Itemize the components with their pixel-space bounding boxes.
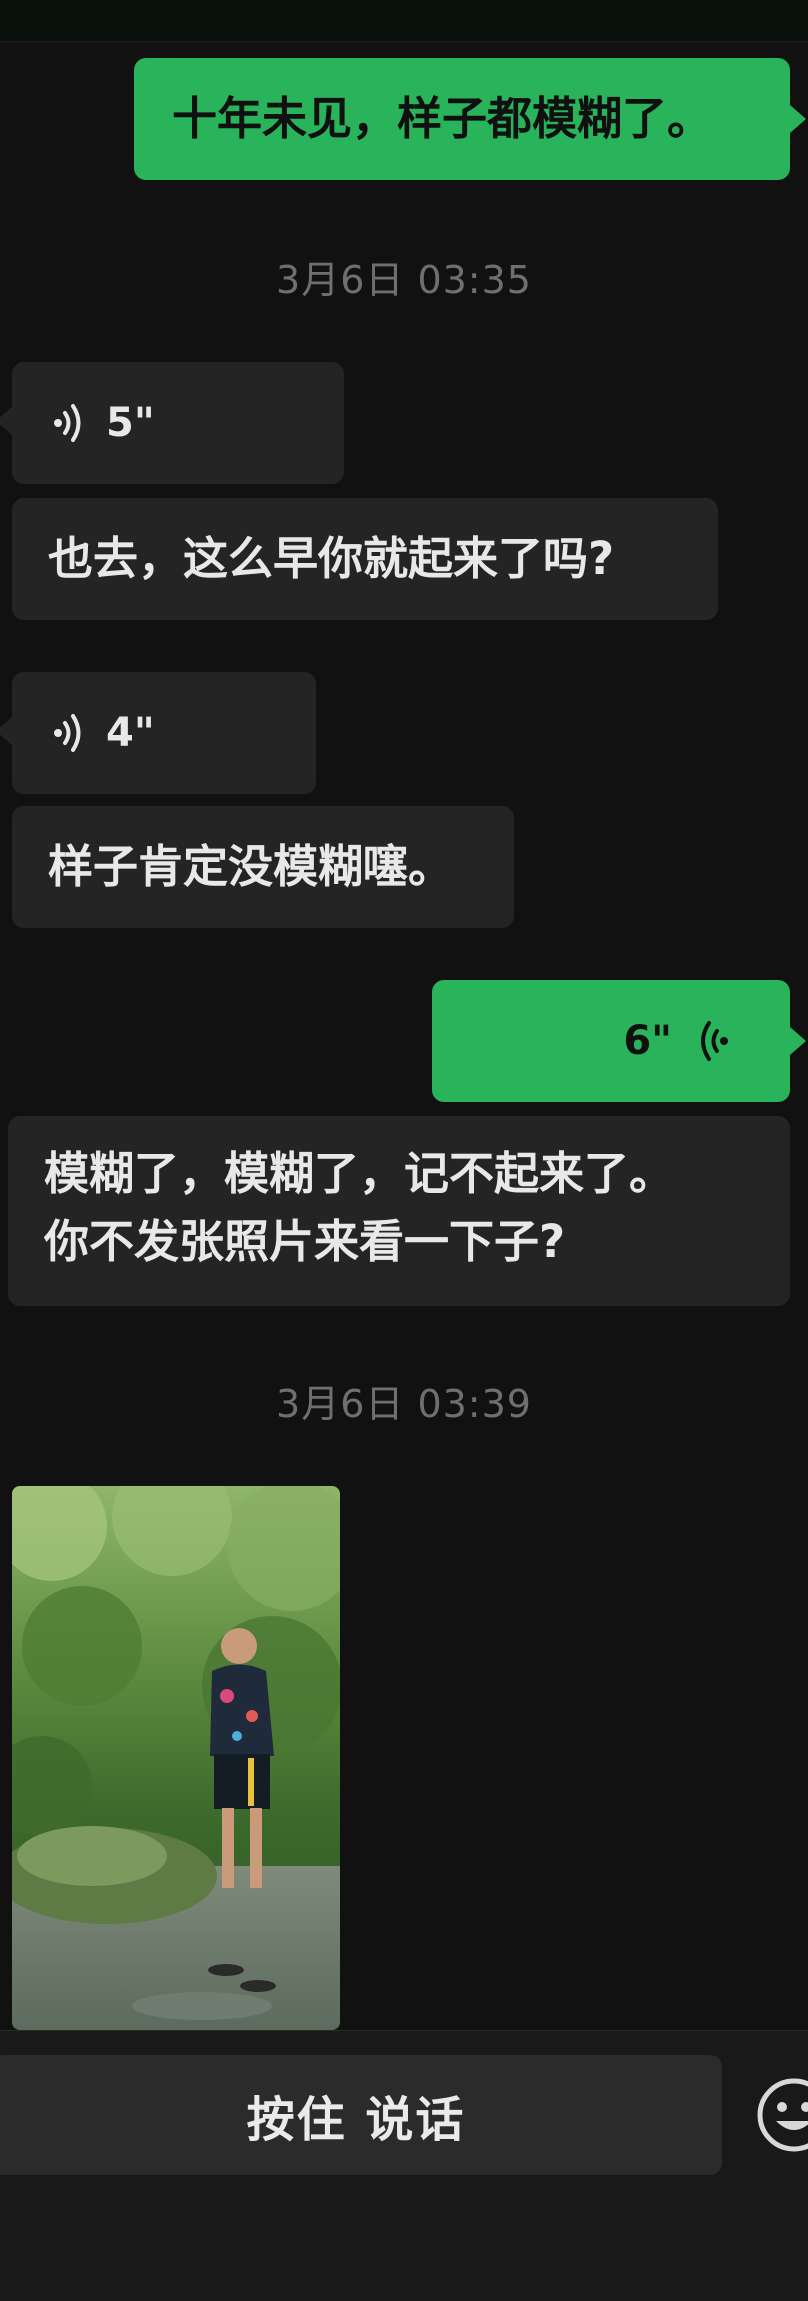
input-bar: 按住 说话 xyxy=(0,2030,808,2301)
photo-image xyxy=(12,1486,340,2030)
message-text: 十年未见，样子都模糊了。 xyxy=(172,92,713,145)
voice-duration: 4" xyxy=(106,710,155,756)
smiley-face-icon[interactable] xyxy=(754,2075,808,2155)
incoming-voice-message[interactable]: 5" xyxy=(12,362,344,484)
top-bar xyxy=(0,0,808,42)
message-text: 也去，这么早你就起来了吗? xyxy=(48,532,615,585)
photo-message[interactable] xyxy=(12,1486,340,2030)
incoming-voice-message[interactable]: 4" xyxy=(12,672,316,794)
incoming-message-bubble[interactable]: 也去，这么早你就起来了吗? xyxy=(12,498,718,620)
message-text-line: 模糊了，模糊了，记不起来了。 xyxy=(44,1147,675,1200)
message-text-line: 你不发张照片来看一下子? xyxy=(44,1215,566,1268)
voice-wave-icon xyxy=(54,714,81,752)
bubble-tail xyxy=(790,105,806,133)
voice-duration: 6" xyxy=(623,1018,672,1064)
outgoing-voice-message[interactable]: 6" xyxy=(432,980,790,1102)
bubble-tail xyxy=(0,407,12,435)
incoming-message-bubble[interactable]: 模糊了，模糊了，记不起来了。 你不发张照片来看一下子? xyxy=(8,1116,790,1306)
timestamp: 3月6日 03:39 xyxy=(276,1382,532,1426)
bubble-tail xyxy=(790,1027,806,1055)
voice-duration: 5" xyxy=(106,400,155,446)
bubble-tail xyxy=(0,717,12,745)
hold-to-talk-button[interactable]: 按住 说话 xyxy=(0,2055,722,2175)
voice-wave-icon xyxy=(701,1021,728,1061)
voice-wave-icon xyxy=(54,404,81,442)
incoming-message-bubble[interactable]: 样子肯定没模糊噻。 xyxy=(12,806,514,928)
chat-area[interactable]: 十年未见，样子都模糊了。 3月6日 03:35 5" 也去，这么早你就起来了吗?… xyxy=(0,42,808,2030)
timestamp: 3月6日 03:35 xyxy=(276,258,532,302)
message-text: 样子肯定没模糊噻。 xyxy=(48,840,454,893)
outgoing-message-bubble[interactable]: 十年未见，样子都模糊了。 xyxy=(134,58,790,180)
